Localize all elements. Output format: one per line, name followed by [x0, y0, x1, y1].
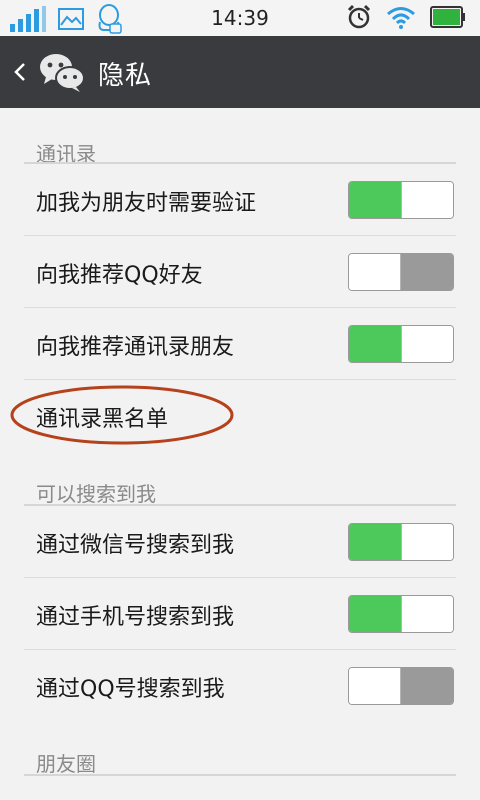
row-search-by-qq[interactable]: 通过QQ号搜索到我	[0, 650, 480, 722]
status-bar: 14:39	[0, 0, 480, 36]
section-divider	[24, 774, 456, 776]
wechat-logo-icon	[40, 54, 85, 92]
row-label: 通过手机号搜索到我	[36, 605, 235, 630]
qq-icon	[98, 4, 122, 34]
row-label: 通讯录黑名单	[36, 407, 169, 432]
row-label: 通过QQ号搜索到我	[36, 677, 225, 702]
app-header: 隐私	[0, 36, 480, 108]
row-verify-friend-request[interactable]: 加我为朋友时需要验证	[0, 164, 480, 236]
toggle-search-by-wechat-id[interactable]	[348, 523, 454, 561]
image-icon	[58, 8, 84, 30]
row-recommend-contacts[interactable]: 向我推荐通讯录朋友	[0, 308, 480, 380]
chevron-left-icon[interactable]	[10, 58, 30, 86]
alarm-icon	[347, 4, 371, 29]
status-right-icons	[346, 4, 466, 30]
row-search-by-phone[interactable]: 通过手机号搜索到我	[0, 578, 480, 650]
wifi-icon	[387, 7, 415, 29]
toggle-search-by-phone[interactable]	[348, 595, 454, 633]
signal-bars-icon	[10, 6, 46, 32]
row-label: 向我推荐通讯录朋友	[36, 335, 235, 360]
section-header-moments: 朋友圈	[36, 752, 96, 776]
privacy-settings-list: 通讯录 加我为朋友时需要验证 向我推荐QQ好友 向我推荐通讯录朋友 通讯录黑名单…	[0, 108, 480, 800]
toggle-recommend-qq-friends[interactable]	[348, 253, 454, 291]
row-recommend-qq-friends[interactable]: 向我推荐QQ好友	[0, 236, 480, 308]
row-contacts-blacklist[interactable]: 通讯录黑名单	[0, 380, 480, 452]
battery-icon	[430, 6, 465, 28]
status-left-icons	[10, 4, 122, 34]
row-label: 通过微信号搜索到我	[36, 533, 235, 558]
row-label: 加我为朋友时需要验证	[36, 191, 257, 216]
row-search-by-wechat-id[interactable]: 通过微信号搜索到我	[0, 506, 480, 578]
section-header-searchable: 可以搜索到我	[36, 482, 156, 506]
toggle-search-by-qq[interactable]	[348, 667, 454, 705]
page-title: 隐私	[98, 61, 153, 91]
row-label: 向我推荐QQ好友	[36, 263, 203, 288]
toggle-recommend-contacts[interactable]	[348, 325, 454, 363]
toggle-verify-friend-request[interactable]	[348, 181, 454, 219]
